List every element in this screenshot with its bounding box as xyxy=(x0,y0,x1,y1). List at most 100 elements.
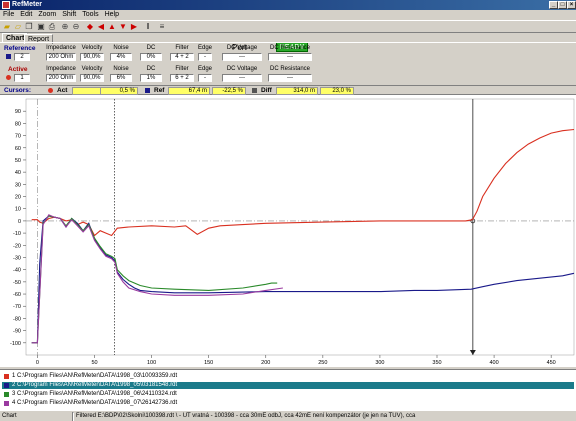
copy-icon[interactable]: ❐ xyxy=(24,22,34,32)
y-tick-label: -30 xyxy=(13,255,21,261)
col-filter: Filter xyxy=(175,45,189,51)
x-tick-label: 450 xyxy=(547,360,556,366)
cursor-bar: Cursors: Act 381,4 m 0,5 % Ref 67,4 m -2… xyxy=(0,85,576,95)
y-tick-label: -50 xyxy=(13,280,21,286)
print-icon[interactable]: ⎙ xyxy=(47,22,57,32)
diff-pct: 23,0 % xyxy=(320,87,354,95)
reference-dc-field[interactable]: 0% xyxy=(140,53,162,61)
active-dc-voltage-field: --- xyxy=(222,74,262,82)
active-index-field[interactable]: 1 xyxy=(14,74,30,82)
open-file-icon[interactable]: ▱ xyxy=(13,22,23,32)
col-edge-active: Edge xyxy=(198,66,213,72)
y-tick-label: 50 xyxy=(15,158,21,164)
reference-noise-field[interactable]: 4% xyxy=(110,53,132,61)
close-button[interactable]: × xyxy=(567,1,576,9)
legend-swatch-4 xyxy=(4,401,9,406)
menu-file[interactable]: File xyxy=(0,10,17,20)
x-tick-label: 50 xyxy=(91,360,97,366)
chart-svg[interactable]: 9080706050403020100-10-20-30-40-50-60-70… xyxy=(0,95,576,367)
y-tick-label: 10 xyxy=(15,207,21,213)
col-impedance: Impedance xyxy=(46,45,76,51)
active-impedance-field[interactable]: 200 Ohm xyxy=(46,74,76,82)
legend-item-2[interactable]: 2 C:\Program Files\AN\RefMeter\DATA\1998… xyxy=(2,382,574,389)
y-tick-label: -100 xyxy=(10,341,21,347)
reference-edge-field[interactable]: - xyxy=(198,53,212,61)
legend-label-3: 3 C:\Program Files\AN\RefMeter\DATA\1998… xyxy=(12,391,177,397)
plot-frame xyxy=(25,98,575,356)
open-folder-icon[interactable]: ▰ xyxy=(2,22,12,32)
arrow-left-icon[interactable]: ◆ xyxy=(85,22,95,32)
active-dc-field[interactable]: 1% xyxy=(140,74,162,82)
legend-label-4: 4 C:\Program Files\AN\RefMeter\DATA\1998… xyxy=(12,400,178,406)
maximize-button[interactable]: □ xyxy=(558,1,567,9)
legend-label-2: 2 C:\Program Files\AN\RefMeter\DATA\1998… xyxy=(12,382,178,388)
reference-index-field[interactable]: 2 xyxy=(14,53,30,61)
arrow-right-icon[interactable]: ◀ xyxy=(96,22,106,32)
menu-edit[interactable]: Edit xyxy=(17,10,35,20)
reference-filter-field[interactable]: 4 + 2 xyxy=(170,53,194,61)
reference-label: Reference xyxy=(4,45,36,52)
active-dc-resistance-field: --- xyxy=(268,74,312,82)
menu-zoom[interactable]: Zoom xyxy=(35,10,59,20)
y-tick-label: 70 xyxy=(15,134,21,140)
x-tick-label: 250 xyxy=(318,360,327,366)
active-filter-field[interactable]: 6 + 2 xyxy=(170,74,194,82)
reference-impedance-field[interactable]: 200 Ohm xyxy=(46,53,76,61)
y-tick-label: 90 xyxy=(15,109,21,115)
app-icon xyxy=(2,1,10,9)
legend-swatch-3 xyxy=(4,392,9,397)
col-dc: DC xyxy=(146,45,156,51)
chart-area[interactable]: 90 80 70 60 50 40 30 20 10 0 -10 -20 -30 -40 -50 -60 -70… xyxy=(0,95,576,367)
legend-label-1: 1 C:\Program Files\AN\RefMeter\DATA\1998… xyxy=(12,373,178,379)
x-tick-label: 0 xyxy=(36,360,39,366)
arrow-up-icon[interactable]: ▲ xyxy=(107,22,117,32)
menu-tools[interactable]: Tools xyxy=(79,10,101,20)
minimize-button[interactable]: _ xyxy=(549,1,558,9)
diff-value: 314,0 m xyxy=(276,87,318,95)
y-tick-label: 60 xyxy=(15,146,21,152)
ref-value: 67,4 m xyxy=(168,87,210,95)
file-legend: 1 C:\Program Files\AN\RefMeter\DATA\1998… xyxy=(0,369,576,410)
col-dc-voltage: DC Voltage xyxy=(226,45,258,51)
diff-label: Diff xyxy=(261,87,272,94)
col-velocity: Velocity xyxy=(81,45,103,51)
x-tick-label: 150 xyxy=(204,360,213,366)
list-icon[interactable]: ≡ xyxy=(157,22,167,32)
x-tick-label: 350 xyxy=(432,360,441,366)
ref-marker-icon xyxy=(145,88,150,93)
col-dc-resistance-active: DC Resistance xyxy=(269,66,310,72)
save-icon[interactable]: ▣ xyxy=(36,22,46,32)
legend-item-4[interactable]: 4 C:\Program Files\AN\RefMeter\DATA\1998… xyxy=(2,400,574,407)
y-tick-label: 80 xyxy=(15,121,21,127)
pause-icon[interactable]: ‖ xyxy=(143,22,153,32)
status-bar: Chart Filtered E:\BDP\02\Skolni\100398.r… xyxy=(0,410,576,421)
legend-item-3[interactable]: 3 C:\Program Files\AN\RefMeter\DATA\1998… xyxy=(2,391,574,398)
legend-swatch-2 xyxy=(4,383,9,388)
menu-help[interactable]: Help xyxy=(102,10,122,20)
col-filter-active: Filter xyxy=(175,66,189,72)
menu-bar: File Edit Zoom Shift Tools Help xyxy=(0,10,576,20)
col-impedance-active: Impedance xyxy=(46,66,76,72)
legend-item-1[interactable]: 1 C:\Program Files\AN\RefMeter\DATA\1998… xyxy=(2,373,574,380)
act-label: Act xyxy=(57,87,68,94)
act-marker-icon xyxy=(48,88,53,93)
active-noise-field[interactable]: 6% xyxy=(110,74,132,82)
zoom-out-icon[interactable]: ⊖ xyxy=(71,22,81,32)
reference-dc-voltage-field: --- xyxy=(222,53,262,61)
reference-dc-resistance-field: --- xyxy=(268,53,312,61)
window-title: RefMeter xyxy=(12,1,42,8)
menu-shift[interactable]: Shift xyxy=(59,10,79,20)
toolbar: ▰ ▱ ❐ ▣ ⎙ ⊕ ⊖ ◆ ◀ ▲ ▼ ▶ ‖ ≡ Port READY xyxy=(0,20,576,52)
col-noise: Noise xyxy=(113,45,129,51)
active-velocity-field[interactable]: 90,0% xyxy=(80,74,104,82)
y-tick-label: 40 xyxy=(15,170,21,176)
col-dc-voltage-active: DC Voltage xyxy=(226,66,258,72)
shift-right-icon[interactable]: ▶ xyxy=(129,22,139,32)
reference-velocity-field[interactable]: 90,0% xyxy=(80,53,104,61)
zoom-icon[interactable]: ⊕ xyxy=(60,22,70,32)
y-tick-label: 20 xyxy=(15,195,21,201)
y-tick-label: -70 xyxy=(13,304,21,310)
arrow-down-icon[interactable]: ▼ xyxy=(118,22,128,32)
x-tick-label: 200 xyxy=(261,360,270,366)
active-edge-field[interactable]: - xyxy=(198,74,212,82)
